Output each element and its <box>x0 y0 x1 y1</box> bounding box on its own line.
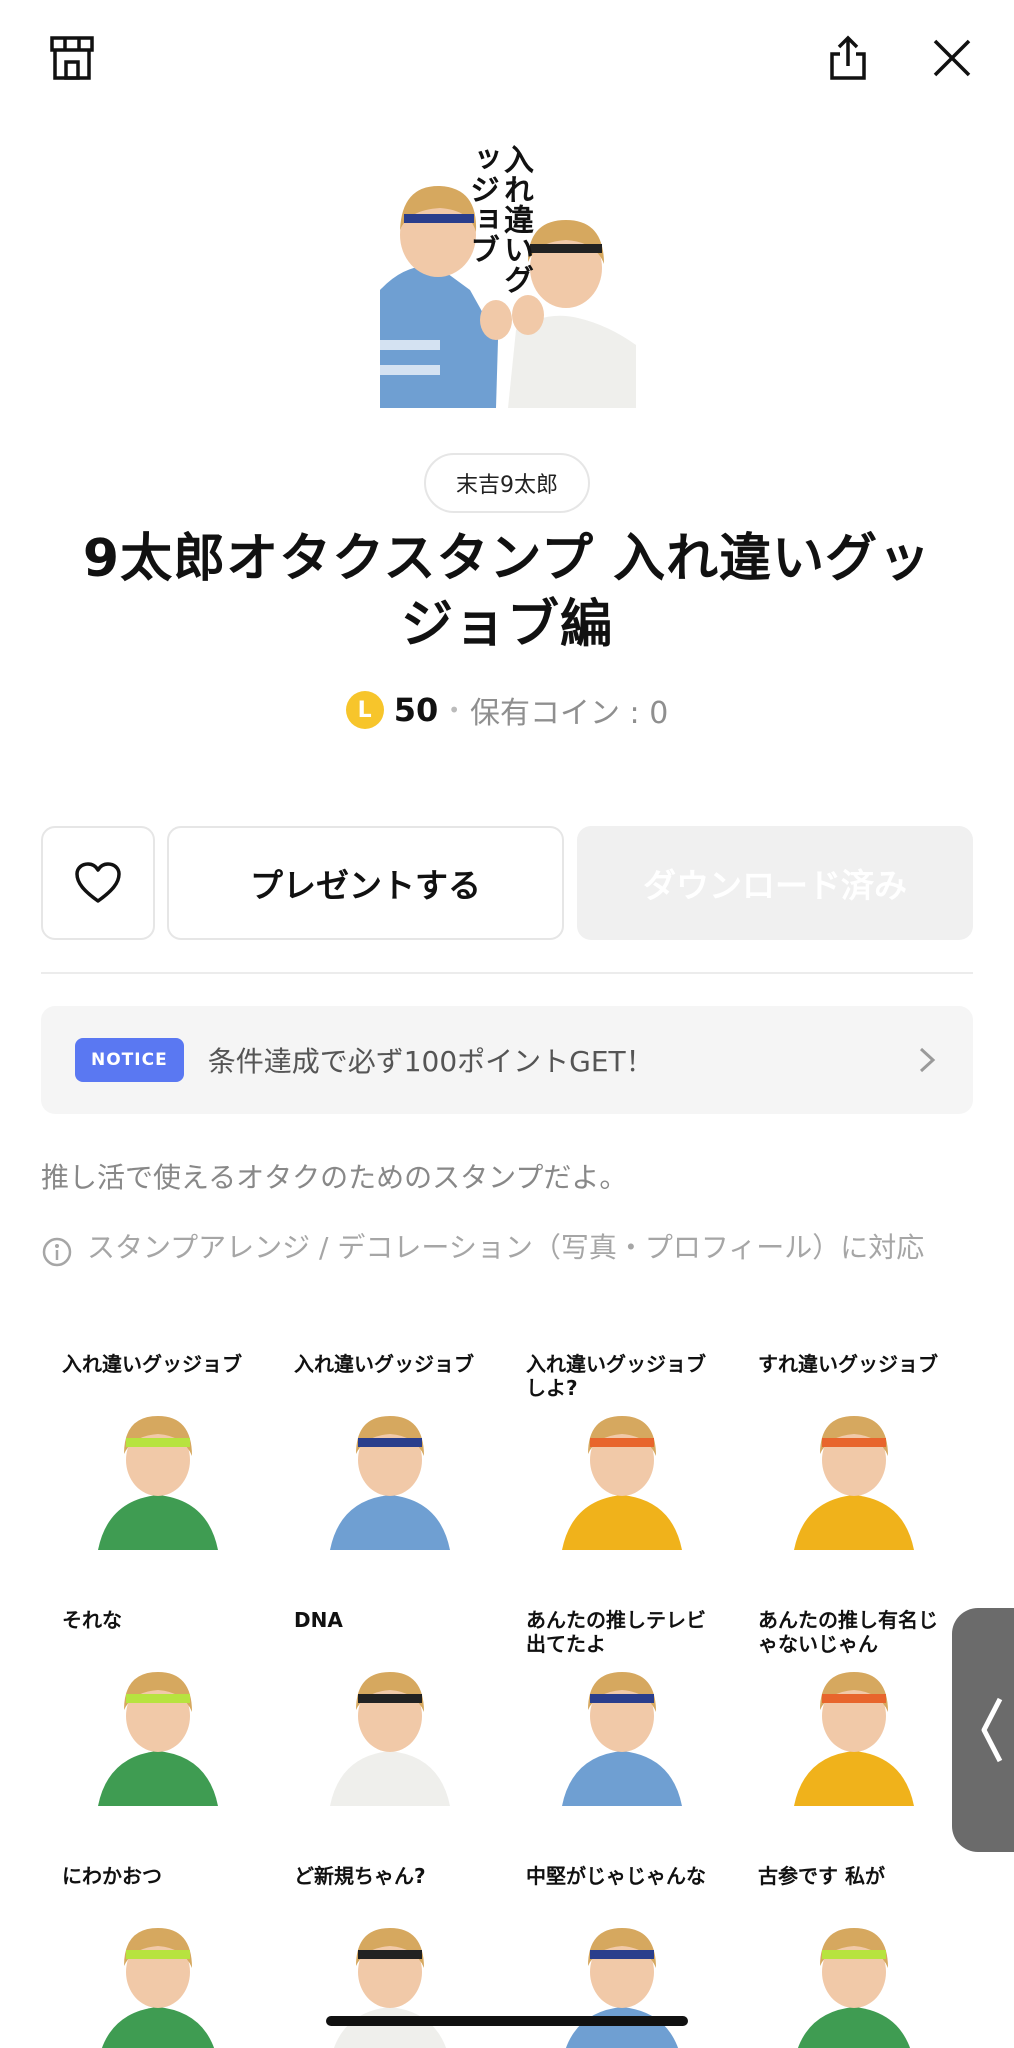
shop-icon <box>50 36 94 80</box>
sticker-art <box>330 1416 450 1550</box>
sticker-art <box>98 1672 218 1806</box>
price-separator: • <box>448 698 461 722</box>
close-button[interactable] <box>922 28 982 88</box>
owned-coins: 保有コイン : 0 <box>470 696 669 731</box>
main-sticker-text: 入れ違いグッジョブ <box>464 144 533 294</box>
sticker-text: あんたの推しテレビ出てたよ <box>526 1608 706 1656</box>
sticker-item[interactable]: 古参です 私が <box>754 1862 954 2048</box>
notice-badge: NOTICE <box>75 1038 184 1082</box>
author-link[interactable]: 末吉9太郎 <box>424 453 590 513</box>
share-icon <box>830 35 866 80</box>
sticker-item[interactable]: 入れ違いグッジョブしよ? <box>522 1350 722 1550</box>
sticker-art <box>98 1416 218 1550</box>
top-bar <box>0 0 1014 120</box>
sticker-text: すれ違いグッジョブ <box>758 1352 938 1376</box>
chevron-left-icon <box>981 1697 1003 1763</box>
sticker-item[interactable]: 入れ違いグッジョブ <box>290 1350 490 1550</box>
coin-icon: L <box>345 691 384 729</box>
divider <box>41 972 973 974</box>
author-name: 末吉9太郎 <box>456 473 558 498</box>
sticker-item[interactable]: それな <box>58 1606 258 1806</box>
notice-banner[interactable]: NOTICE 条件達成で必ず100ポイントGET！ <box>41 1006 973 1114</box>
sticker-text: それな <box>62 1608 122 1632</box>
sticker-art <box>794 1416 914 1550</box>
sticker-text: 入れ違いグッジョブしよ? <box>526 1352 706 1400</box>
home-indicator <box>326 2016 688 2026</box>
sticker-text: にわかおつ <box>62 1864 162 1888</box>
side-panel-tab[interactable] <box>952 1608 1014 1852</box>
sticker-text: あんたの推し有名じゃないじゃん <box>758 1608 938 1656</box>
price-row: L 50 • 保有コイン : 0 <box>0 688 1014 732</box>
like-button[interactable] <box>41 826 155 940</box>
download-label: ダウンロード済み <box>643 866 907 905</box>
sticker-art <box>798 1928 910 2048</box>
sticker-item[interactable]: すれ違いグッジョブ <box>754 1350 954 1550</box>
present-button[interactable]: プレゼントする <box>167 826 564 940</box>
shop-button[interactable] <box>42 28 102 88</box>
sticker-art <box>102 1928 214 2048</box>
price-amount: 50 <box>393 691 439 729</box>
sticker-item[interactable]: あんたの推しテレビ出てたよ <box>522 1606 722 1806</box>
present-label: プレゼントする <box>250 866 481 905</box>
sticker-text: 入れ違いグッジョブ <box>294 1352 474 1376</box>
info-icon <box>42 1237 72 1267</box>
sticker-grid: 入れ違いグッジョブ 入れ違いグッジョブ 入れ違いグッジョブしよ? すれ違いグッジョブそ… <box>58 1350 958 2048</box>
sticker-item[interactable]: あんたの推し有名じゃないじゃん <box>754 1606 954 1806</box>
sticker-text: DNA <box>294 1608 343 1632</box>
chevron-right-icon <box>919 1047 936 1073</box>
share-button[interactable] <box>818 28 878 88</box>
feature-text: スタンプアレンジ / デコレーション（写真・プロフィール）に対応 <box>87 1231 925 1264</box>
sticker-item[interactable]: にわかおつ <box>58 1862 258 2048</box>
sticker-text: ど新規ちゃん? <box>294 1864 426 1888</box>
sticker-item[interactable]: DNA <box>290 1606 490 1806</box>
coin-letter: L <box>357 697 372 723</box>
sticker-text: 古参です 私が <box>758 1864 885 1888</box>
close-icon <box>933 39 971 77</box>
feature-note: スタンプアレンジ / デコレーション（写真・プロフィール）に対応 <box>41 1230 973 1268</box>
heart-icon <box>75 862 121 903</box>
sticker-item[interactable]: 入れ違いグッジョブ <box>58 1350 258 1550</box>
sticker-text: 入れ違いグッジョブ <box>62 1352 242 1376</box>
description: 推し活で使えるオタクのためのスタンプだよ。 <box>41 1161 628 1194</box>
main-sticker-image: 入れ違いグッジョブ <box>378 140 638 410</box>
sticker-art <box>330 1672 450 1806</box>
sticker-text: 中堅がじゃじゃんな <box>526 1864 706 1888</box>
notice-text: 条件達成で必ず100ポイントGET！ <box>207 1045 654 1078</box>
download-button[interactable]: ダウンロード済み <box>577 826 973 940</box>
page-title: 9太郎オタクスタンプ 入れ違いグッジョブ編 <box>82 529 932 655</box>
